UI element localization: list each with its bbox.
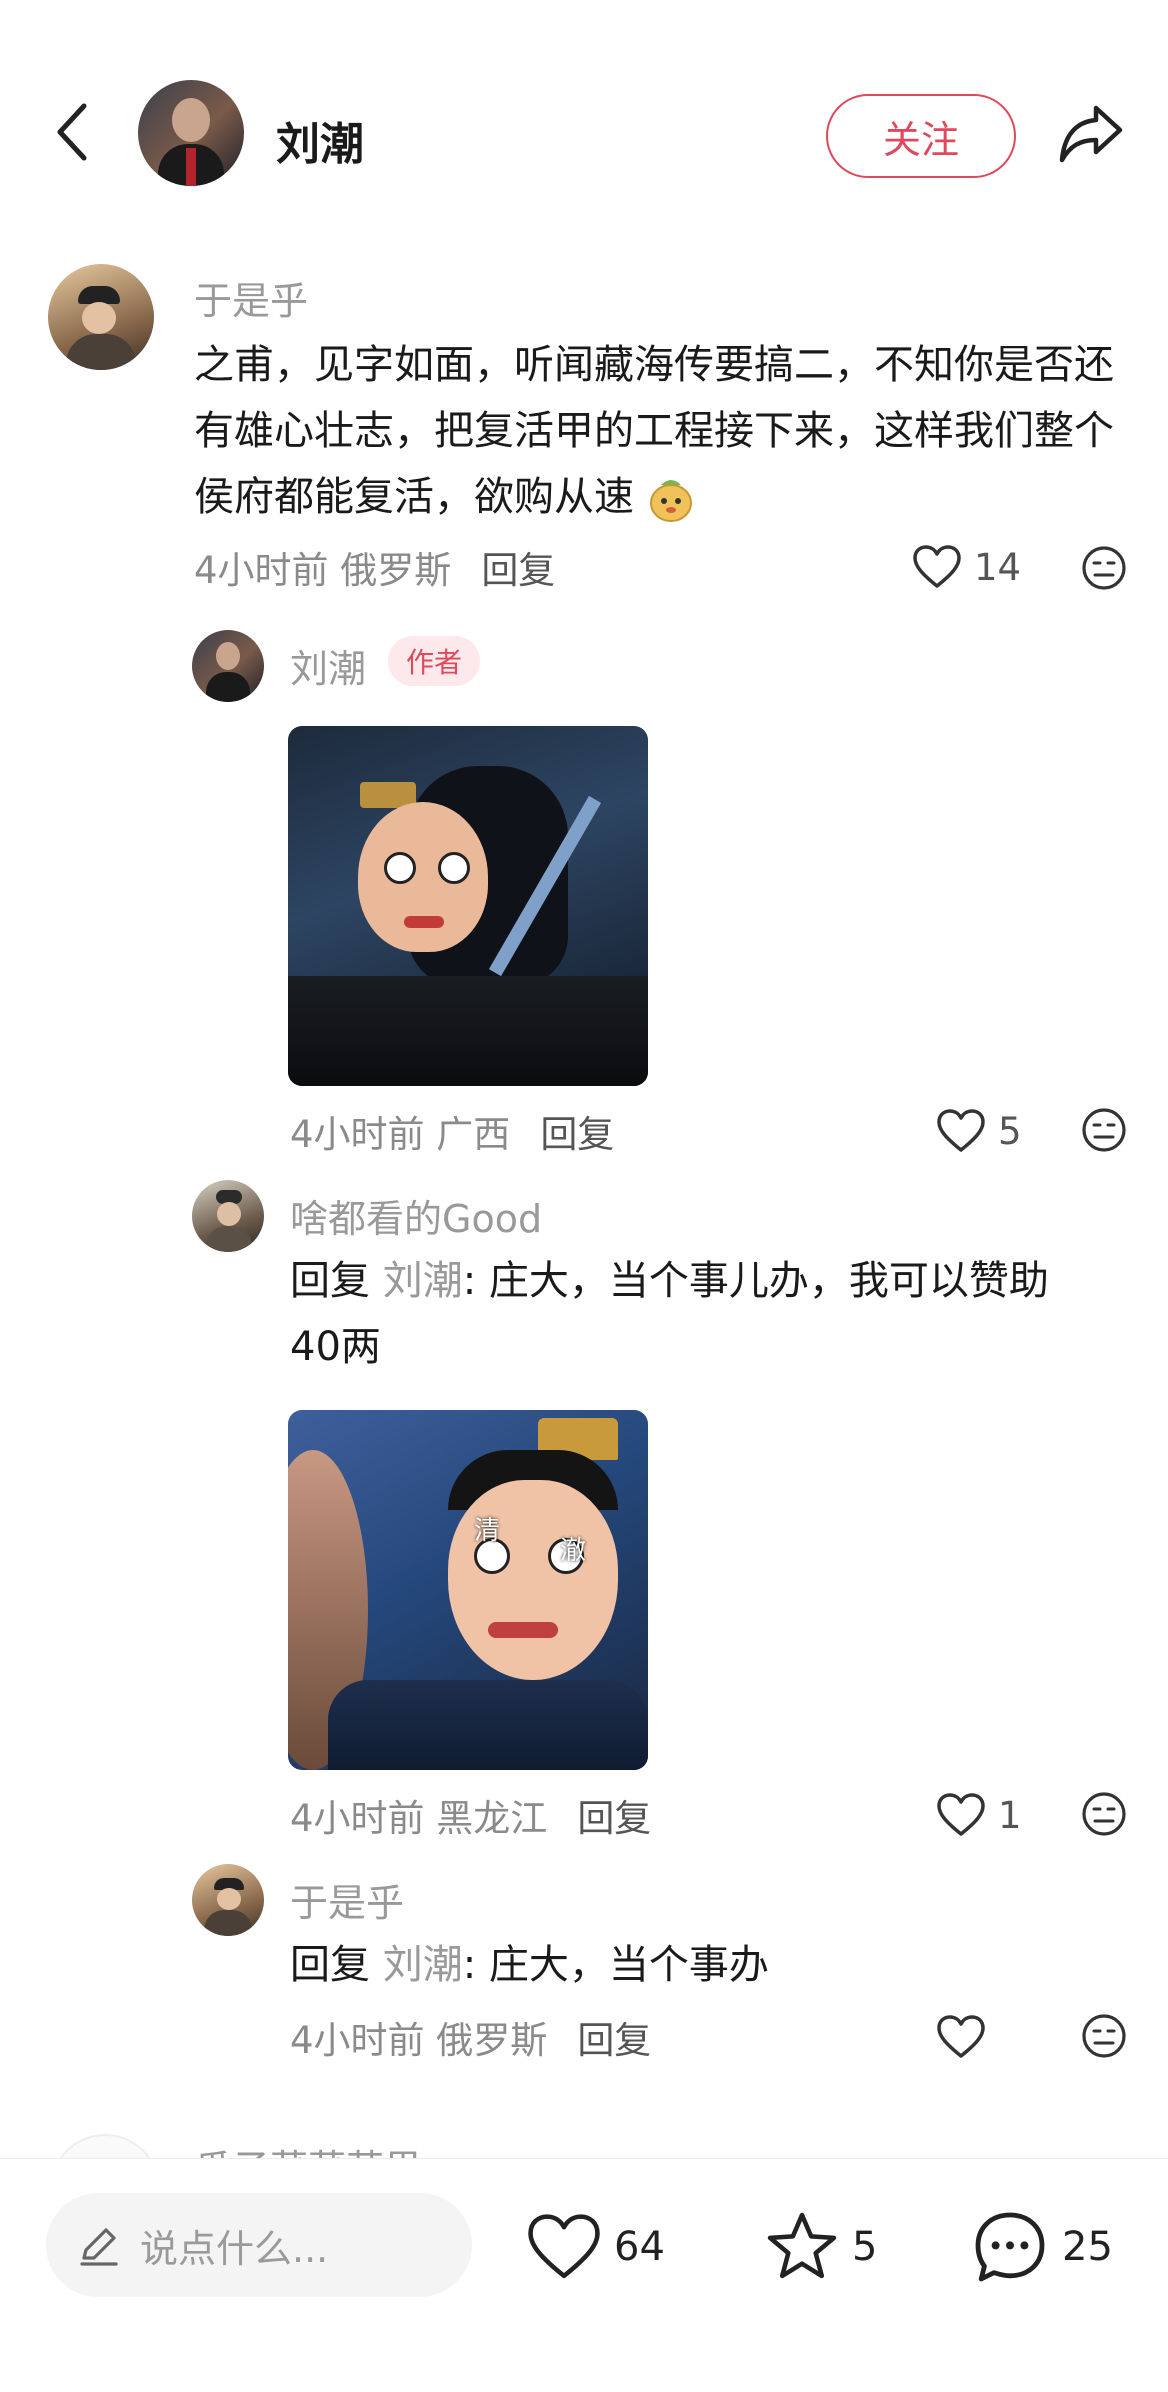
- emoji-icon: [647, 475, 695, 523]
- comment-text: 之甫，见字如面，听闻藏海传要搞二，不知你是否还有雄心壮志，把复活甲的工程接下来，…: [194, 332, 1124, 530]
- reply-button[interactable]: 回复: [481, 549, 555, 592]
- reply-body: : 庄大，当个事办: [462, 1942, 769, 1988]
- reply-avatar[interactable]: [192, 1864, 264, 1936]
- reply-prefix: 回复: [290, 1942, 370, 1988]
- image-caption: 澈: [560, 1536, 587, 1566]
- like-button[interactable]: [936, 2010, 996, 2064]
- reply-avatar[interactable]: [192, 1180, 264, 1252]
- image-caption: 清: [474, 1516, 501, 1546]
- reply-image[interactable]: 清 澈: [288, 1410, 648, 1770]
- page-title: 刘潮: [276, 119, 364, 170]
- reply-to-user[interactable]: 刘潮: [383, 1942, 463, 1988]
- dislike-face-icon: [1082, 2014, 1126, 2058]
- header-avatar[interactable]: [138, 80, 244, 186]
- post-comment-button[interactable]: 25: [970, 2205, 1130, 2289]
- reply-username[interactable]: 于是乎: [290, 1872, 404, 1927]
- comment-meta: 4小时前 俄罗斯 回复: [194, 540, 555, 594]
- post-star-button[interactable]: 5: [764, 2207, 894, 2287]
- comment-input-placeholder: 说点什么...: [140, 2226, 329, 2271]
- like-button[interactable]: 14: [912, 540, 1032, 594]
- like-button[interactable]: 1: [936, 1788, 1046, 1842]
- share-button[interactable]: [1056, 98, 1126, 168]
- dislike-button[interactable]: [1080, 1106, 1130, 1156]
- follow-button[interactable]: 关注: [826, 94, 1016, 178]
- dislike-button[interactable]: [1080, 2012, 1130, 2062]
- back-icon: [57, 103, 87, 161]
- like-button[interactable]: 5: [936, 1104, 1046, 1158]
- reply-time-location: 4小时前 俄罗斯: [290, 2019, 548, 2062]
- heart-icon: [528, 2214, 600, 2279]
- reply-prefix: 回复: [290, 1258, 370, 1304]
- like-count: 14: [974, 545, 1022, 589]
- reply-avatar[interactable]: [192, 630, 264, 702]
- reply-text: 回复 刘潮: 庄大，当个事办: [290, 1932, 1090, 1998]
- reply-button[interactable]: 回复: [540, 1113, 614, 1156]
- post-comment-count: 25: [1062, 2224, 1113, 2270]
- reply-button[interactable]: 回复: [577, 1797, 651, 1840]
- heart-icon: [937, 1109, 985, 1152]
- heart-icon: [913, 545, 961, 588]
- comment-avatar[interactable]: [48, 264, 154, 370]
- pencil-icon: [80, 2228, 118, 2266]
- like-count: 1: [998, 1793, 1022, 1837]
- heart-icon: [937, 2015, 985, 2058]
- back-button[interactable]: [52, 100, 102, 170]
- bottom-bar: 说点什么... 64 5 25: [0, 2158, 1168, 2392]
- reply-meta: 4小时前 广西 回复: [290, 1104, 614, 1158]
- star-icon: [767, 2212, 837, 2279]
- reply-username[interactable]: 啥都看的Good: [290, 1188, 542, 1243]
- like-count: 5: [998, 1109, 1022, 1153]
- post-star-count: 5: [852, 2224, 878, 2270]
- reply-text: 回复 刘潮: 庄大，当个事儿办，我可以赞助40两: [290, 1248, 1090, 1380]
- reply-time-location: 4小时前 广西: [290, 1113, 511, 1156]
- heart-icon: [937, 1793, 985, 1836]
- dislike-button[interactable]: [1080, 1790, 1130, 1840]
- reply-username[interactable]: 刘潮: [290, 638, 366, 693]
- reply-button[interactable]: 回复: [577, 2019, 651, 2062]
- comment-time-location: 4小时前 俄罗斯: [194, 549, 452, 592]
- comment-bubble-icon: [975, 2212, 1045, 2282]
- reply-image[interactable]: [288, 726, 648, 1086]
- share-icon: [1059, 105, 1123, 163]
- reply-meta: 4小时前 黑龙江 回复: [290, 1788, 651, 1842]
- dislike-face-icon: [1082, 1792, 1126, 1836]
- post-like-button[interactable]: 64: [526, 2209, 676, 2285]
- dislike-button[interactable]: [1080, 544, 1130, 594]
- reply-to-user[interactable]: 刘潮: [383, 1258, 463, 1304]
- post-like-count: 64: [614, 2224, 665, 2270]
- dislike-face-icon: [1082, 1108, 1126, 1152]
- dislike-face-icon: [1082, 546, 1126, 590]
- comment-username[interactable]: 于是乎: [194, 270, 308, 325]
- reply-time-location: 4小时前 黑龙江: [290, 1797, 548, 1840]
- author-badge: 作者: [388, 636, 480, 686]
- comment-input[interactable]: 说点什么...: [46, 2193, 472, 2297]
- reply-meta: 4小时前 俄罗斯 回复: [290, 2010, 651, 2064]
